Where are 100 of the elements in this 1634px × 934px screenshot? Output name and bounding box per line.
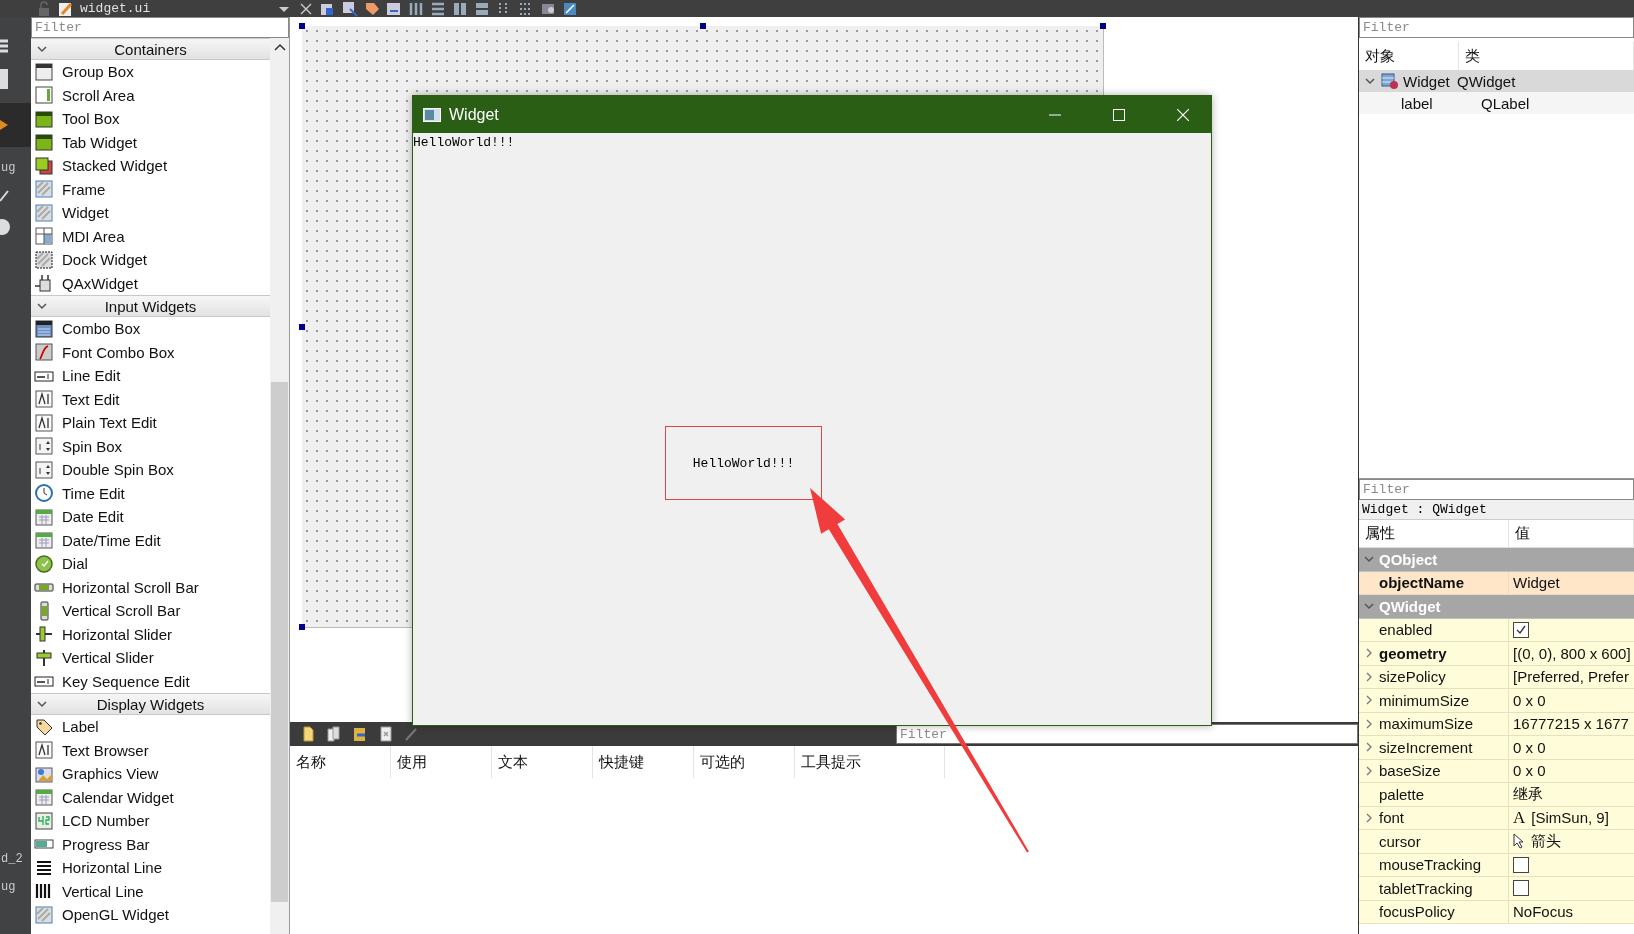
buddy-mode-icon[interactable] — [364, 0, 380, 17]
checkbox[interactable] — [1513, 856, 1529, 873]
chevron-right-icon[interactable] — [1365, 765, 1373, 776]
chevron-right-icon[interactable] — [1365, 695, 1373, 706]
widget-item[interactable]: Dock Widget — [31, 248, 270, 272]
widget-item[interactable]: Dial — [31, 552, 270, 576]
widget-item[interactable]: Font Combo Box — [31, 340, 270, 364]
property-row[interactable]: focusPolicy NoFocus — [1359, 900, 1634, 924]
new-page-icon[interactable] — [300, 726, 316, 742]
widget-item[interactable]: Combo Box — [31, 317, 270, 341]
property-row[interactable]: maximumSize 16777215 x 1677 — [1359, 712, 1634, 736]
chevron-right-icon[interactable] — [1365, 812, 1373, 823]
filter-field[interactable]: Filter — [1359, 479, 1634, 500]
category-header[interactable]: Display Widgets — [31, 693, 270, 715]
property-row[interactable]: palette 继承 — [1359, 783, 1634, 807]
widget-item[interactable]: OpenGL Widget — [31, 903, 270, 927]
scrollbar-thumb[interactable] — [271, 382, 288, 902]
widget-item[interactable]: Time Edit — [31, 481, 270, 505]
mode-label[interactable]: ug — [0, 161, 16, 175]
tree-row[interactable]: Widget QWidget — [1359, 70, 1634, 92]
selection-handle[interactable] — [299, 23, 305, 29]
property-row[interactable]: tabletTracking — [1359, 877, 1634, 901]
widget-item[interactable]: Group Box — [31, 60, 270, 84]
widget-item[interactable]: Text Browser — [31, 738, 270, 762]
chevron-right-icon[interactable] — [1365, 742, 1373, 753]
widget-item[interactable]: Label — [31, 715, 270, 739]
widget-item[interactable]: Stacked Widget — [31, 154, 270, 178]
property-row[interactable]: mouseTracking — [1359, 853, 1634, 877]
property-row[interactable]: objectName Widget — [1359, 571, 1634, 595]
widget-item[interactable]: Tab Widget — [31, 130, 270, 154]
paste-icon[interactable] — [352, 726, 368, 742]
widget-item[interactable]: Tool Box — [31, 107, 270, 131]
widget-item[interactable]: Line Edit — [31, 364, 270, 388]
selection-handle[interactable] — [299, 624, 305, 630]
widget-item[interactable]: Calendar Widget — [31, 785, 270, 809]
widget-item[interactable]: Frame — [31, 177, 270, 201]
copy-pages-icon[interactable] — [326, 726, 342, 742]
property-row[interactable]: font A [SimSun, 9] — [1359, 806, 1634, 830]
widget-item[interactable]: Text Edit — [31, 387, 270, 411]
widget-item[interactable]: Horizontal Line — [31, 856, 270, 880]
tree-row[interactable]: label QLabel — [1359, 92, 1634, 114]
selection-handle[interactable] — [700, 23, 706, 29]
column-header[interactable]: 快捷键 — [593, 746, 694, 778]
widget-item[interactable]: Scroll Area — [31, 83, 270, 107]
column-header[interactable]: 文本 — [492, 746, 593, 778]
widget-item[interactable]: Graphics View — [31, 762, 270, 786]
selection-handle[interactable] — [1100, 23, 1106, 29]
column-header[interactable]: 使用 — [391, 746, 492, 778]
filter-field[interactable]: Filter — [896, 724, 1358, 744]
widget-item[interactable]: Date Edit — [31, 505, 270, 529]
property-row[interactable]: cursor 箭头 — [1359, 830, 1634, 854]
adjust-size-icon[interactable] — [562, 0, 578, 17]
selection-handle[interactable] — [299, 324, 305, 330]
widget-item[interactable]: LCD Number — [31, 809, 270, 833]
column-header[interactable]: 可选的 — [694, 746, 795, 778]
widget-item[interactable]: Spin Box — [31, 434, 270, 458]
delete-page-icon[interactable] — [378, 726, 394, 742]
widget-item[interactable]: Vertical Scroll Bar — [31, 599, 270, 623]
mode-selector[interactable] — [0, 103, 31, 147]
signal-mode-icon[interactable] — [342, 0, 358, 17]
property-row[interactable]: sizeIncrement 0 x 0 — [1359, 736, 1634, 760]
filter-field[interactable]: Filter — [1359, 17, 1634, 38]
columns-icon[interactable] — [408, 0, 424, 17]
column-header[interactable]: 值 — [1509, 520, 1634, 547]
pencil-icon[interactable] — [58, 0, 74, 17]
property-row[interactable]: minimumSize 0 x 0 — [1359, 689, 1634, 713]
column-header[interactable]: 属性 — [1359, 520, 1509, 547]
column-header[interactable]: 名称 — [290, 746, 391, 778]
widget-item[interactable]: Vertical Line — [31, 879, 270, 903]
rows-icon[interactable] — [430, 0, 446, 17]
widget-item[interactable]: Double Spin Box — [31, 458, 270, 482]
filter-field[interactable]: Filter — [31, 17, 289, 38]
category-header[interactable]: Containers — [31, 38, 270, 60]
column-header[interactable]: 工具提示 — [795, 746, 945, 778]
property-row[interactable]: sizePolicy [Preferred, Prefer — [1359, 665, 1634, 689]
chevron-right-icon[interactable] — [1365, 718, 1373, 729]
checkbox[interactable] — [1513, 880, 1529, 897]
chevron-right-icon[interactable] — [1365, 648, 1373, 659]
tab-order-icon[interactable] — [386, 0, 402, 17]
property-row[interactable]: geometry [(0, 0), 800 x 600] — [1359, 642, 1634, 666]
scroll-up-icon[interactable] — [273, 42, 286, 52]
widget-item[interactable]: MDI Area — [31, 224, 270, 248]
widget-item[interactable]: Key Sequence Edit — [31, 669, 270, 693]
category-header[interactable]: Input Widgets — [31, 295, 270, 317]
mode-label[interactable]: d_2 — [0, 852, 23, 866]
widget-item[interactable]: Horizontal Slider — [31, 622, 270, 646]
widget-item[interactable]: Horizontal Scroll Bar — [31, 575, 270, 599]
widget-item[interactable]: Progress Bar — [31, 832, 270, 856]
widget-item[interactable]: QAxWidget — [31, 271, 270, 295]
chevron-right-icon[interactable] — [1365, 671, 1373, 682]
checkbox[interactable] — [1513, 621, 1529, 638]
widget-item[interactable]: Plain Text Edit — [31, 411, 270, 435]
mode-label[interactable]: ug — [0, 880, 16, 894]
widget-item[interactable]: Widget — [31, 201, 270, 225]
widget-item[interactable]: Date/Time Edit — [31, 528, 270, 552]
widget-item[interactable]: Vertical Slider — [31, 646, 270, 670]
file-name[interactable]: widget.ui — [80, 1, 270, 16]
property-row[interactable]: enabled — [1359, 618, 1634, 642]
horizontal-split-icon[interactable] — [452, 0, 468, 17]
vertical-split-icon[interactable] — [474, 0, 490, 17]
